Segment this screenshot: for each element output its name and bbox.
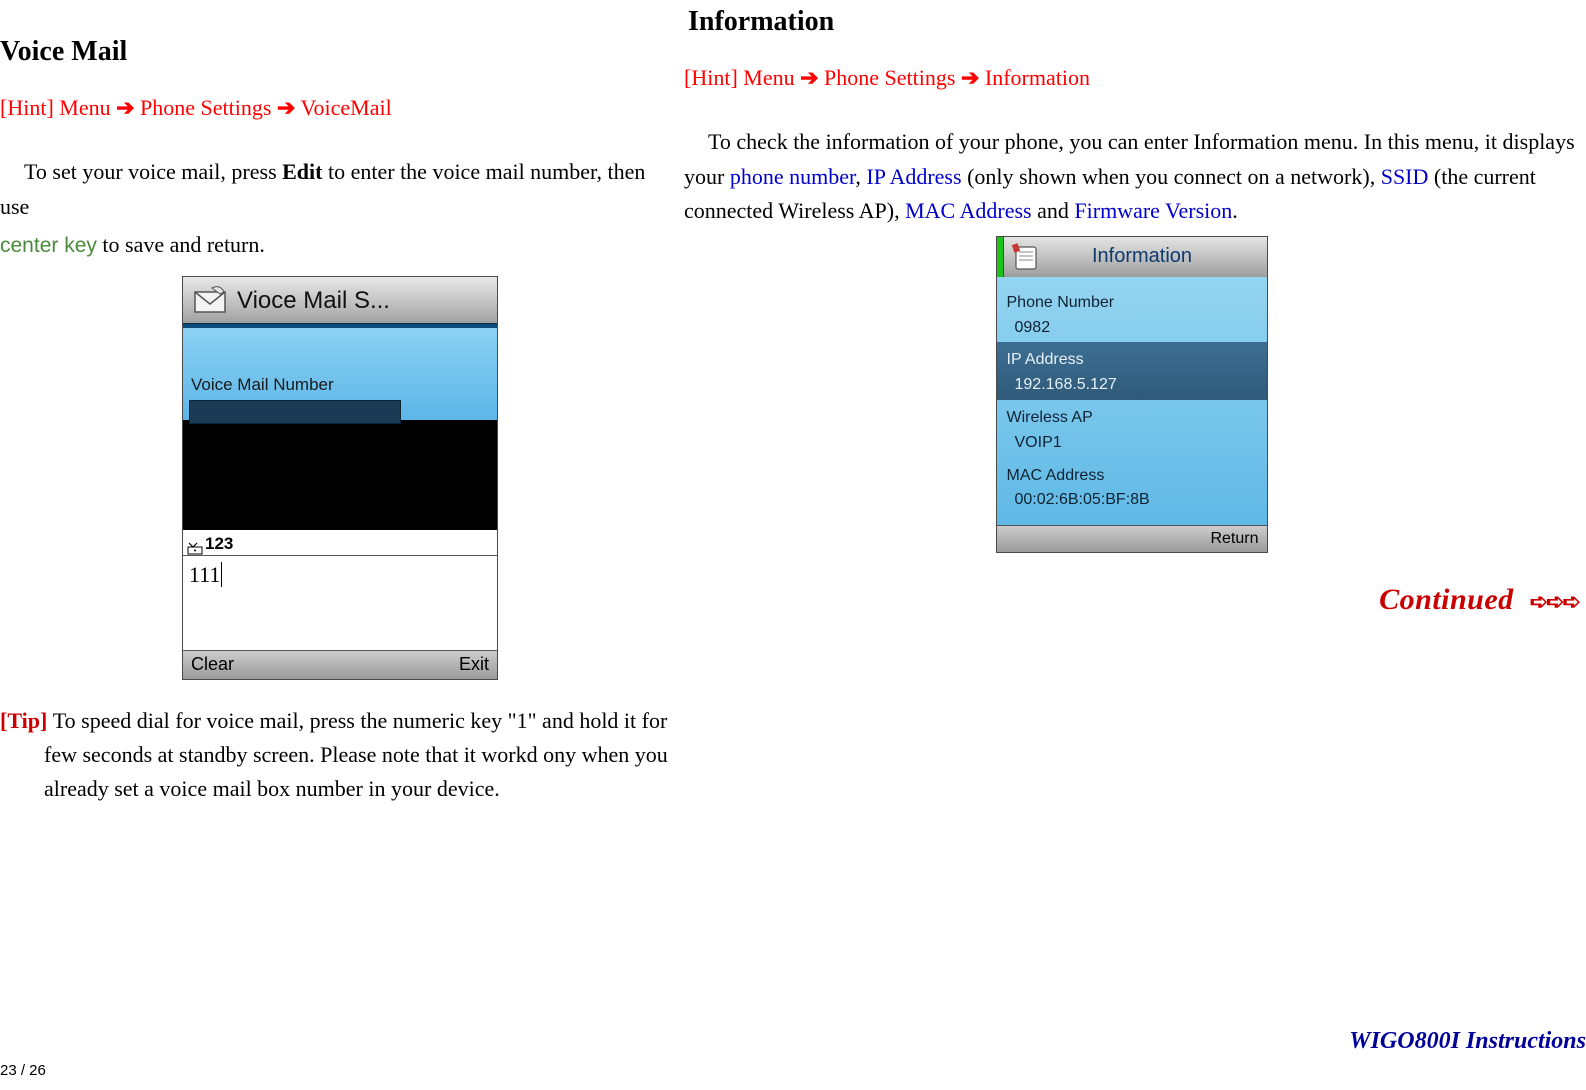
paragraph-voicemail-instructions-2: center key to save and return. — [0, 228, 680, 263]
screen-body: Phone Number 0982 IP Address 192.168.5.1… — [997, 277, 1267, 525]
notepad-icon — [1008, 240, 1044, 274]
row-label: MAC Address — [1007, 464, 1259, 489]
info-row-phone-number: Phone Number 0982 — [997, 277, 1267, 343]
softkey-bar: Clear Exit — [183, 650, 497, 679]
row-value: 192.168.5.127 — [1007, 373, 1259, 398]
term-ssid: SSID — [1381, 164, 1429, 189]
text: and — [1032, 198, 1075, 223]
information-screenshot: Information Phone Number 0982 IP Address… — [996, 236, 1268, 553]
hint-text: Information — [979, 65, 1090, 90]
arrow-right-outline-icon: ➪➪➪ — [1530, 589, 1579, 614]
screen-title: Information — [1048, 241, 1267, 272]
arrow-right-icon: ➔ — [277, 91, 295, 125]
edit-keyword: Edit — [282, 159, 322, 184]
info-row-ip-address: IP Address 192.168.5.127 — [997, 342, 1267, 400]
row-value: VOIP1 — [1007, 431, 1259, 456]
screen-titlebar: Vioce Mail S... — [183, 277, 497, 323]
screen-titlebar: Information — [997, 237, 1267, 277]
softkey-return[interactable]: Return — [1210, 527, 1258, 552]
text-entry-area: 123 111 — [183, 530, 497, 650]
hint-text: Phone Settings — [135, 95, 277, 120]
tip-text: already set a voice mail box number in y… — [0, 772, 680, 806]
text: . — [1232, 198, 1238, 223]
hint-voice-mail: [Hint] Menu ➔ Phone Settings ➔ VoiceMail — [0, 91, 680, 125]
term-phone-number: phone number — [730, 164, 856, 189]
term-firmware-version: Firmware Version — [1074, 198, 1232, 223]
voicemail-screenshot: Vioce Mail S... Voice Mail Number 123 — [182, 276, 498, 680]
softkey-clear[interactable]: Clear — [191, 651, 234, 679]
title-accent-bar — [997, 237, 1004, 277]
continued-marker: Continued ➪➪➪ — [684, 577, 1579, 624]
info-row-wireless-ap: Wireless AP VOIP1 — [997, 400, 1267, 458]
heading-information: Information — [684, 0, 1579, 43]
continued-label: Continued — [1379, 583, 1514, 616]
row-label: Phone Number — [1007, 291, 1259, 316]
tip-label: [Tip] — [0, 708, 53, 733]
hint-text: VoiceMail — [295, 95, 391, 120]
abc-mode-icon — [187, 537, 203, 551]
paragraph-voicemail-instructions: To set your voice mail, press Edit to en… — [0, 155, 680, 223]
paragraph-information: To check the information of your phone, … — [684, 125, 1579, 227]
heading-voice-mail: Voice Mail — [0, 30, 680, 73]
screen-body: Voice Mail Number — [183, 328, 497, 420]
left-column: Voice Mail [Hint] Menu ➔ Phone Settings … — [0, 0, 680, 807]
input-pad — [183, 588, 497, 650]
field-label: Voice Mail Number — [189, 372, 491, 398]
input-value: 111 — [189, 562, 222, 587]
text: To set your voice mail, press — [24, 159, 282, 184]
hint-information: [Hint] Menu ➔ Phone Settings ➔ Informati… — [684, 61, 1579, 95]
input-mode-indicator: 123 — [183, 530, 497, 556]
row-label: IP Address — [1007, 348, 1259, 373]
input-mode-label: 123 — [205, 531, 233, 557]
softkey-exit[interactable]: Exit — [459, 651, 489, 679]
screen-title: Vioce Mail S... — [237, 282, 390, 319]
info-row-mac-address: MAC Address 00:02:6B:05:BF:8B — [997, 458, 1267, 526]
black-gap — [183, 420, 497, 530]
voicemail-number-field: Voice Mail Number — [189, 372, 491, 423]
text: (only shown when you connect on a networ… — [962, 164, 1381, 189]
text: to save and return. — [97, 232, 265, 257]
hint-text: Phone Settings — [819, 65, 961, 90]
voicemail-number-input[interactable] — [189, 400, 401, 424]
term-ip-address: IP Address — [866, 164, 961, 189]
arrow-right-icon: ➔ — [961, 61, 979, 95]
row-value: 00:02:6B:05:BF:8B — [1007, 488, 1259, 513]
footer-product-name: WIGO800I Instructions — [1349, 1023, 1586, 1060]
arrow-right-icon: ➔ — [800, 61, 818, 95]
arrow-right-icon: ➔ — [116, 91, 134, 125]
footer-page-number: 23 / 26 — [0, 1059, 46, 1082]
term-mac-address: MAC Address — [905, 198, 1032, 223]
envelope-icon — [187, 279, 233, 321]
hint-text: [Hint] Menu — [684, 65, 800, 90]
tip-text: To speed dial for voice mail, press the … — [53, 708, 668, 733]
center-key-label: center key — [0, 234, 97, 257]
right-column: Information [Hint] Menu ➔ Phone Settings… — [684, 0, 1579, 624]
tip-text: few seconds at standby screen. Please no… — [0, 738, 680, 772]
hint-text: [Hint] Menu — [0, 95, 116, 120]
text: , — [855, 164, 866, 189]
row-value: 0982 — [1007, 316, 1259, 341]
input-row[interactable]: 111 — [183, 556, 497, 588]
tip-block: [Tip] To speed dial for voice mail, pres… — [0, 704, 680, 806]
softkey-bar: Return — [997, 525, 1267, 552]
row-label: Wireless AP — [1007, 406, 1259, 431]
